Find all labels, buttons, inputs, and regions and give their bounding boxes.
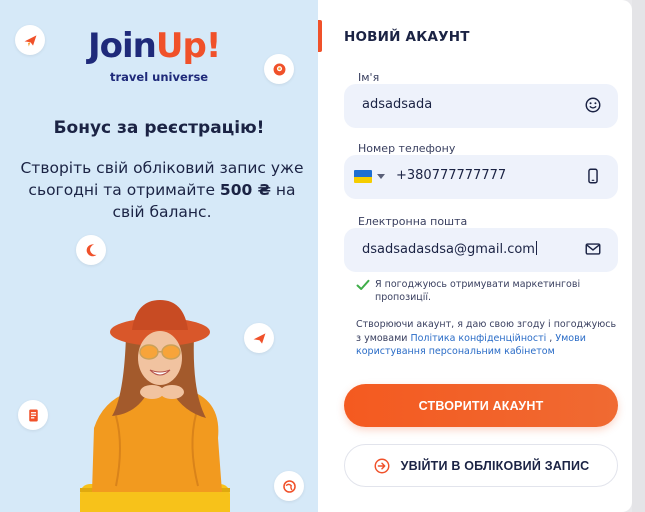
email-input[interactable]: dsadsadasdsa@gmail.com [362, 241, 537, 257]
plane-badge-icon-2 [244, 323, 274, 353]
form-title: НОВИЙ АКАУНТ [344, 29, 470, 45]
consent-text: Я погоджуюсь отримувати маркетингові про… [375, 279, 581, 303]
ukraine-flag-icon[interactable] [354, 170, 372, 183]
phone-field[interactable]: Номер телефону +380777777777 [344, 142, 618, 199]
logo-tagline: travel universe [110, 70, 209, 84]
email-field-label: Електронна пошта [358, 215, 468, 228]
window-edge [632, 0, 645, 512]
phone-input[interactable]: +380777777777 [396, 168, 506, 183]
name-input[interactable]: adsadsada [362, 97, 432, 112]
country-dropdown-caret-icon[interactable] [377, 174, 385, 179]
mobile-phone-icon [588, 168, 598, 184]
promo-title: Бонус за реєстрацію! [53, 118, 265, 138]
moon-badge-icon [76, 235, 106, 265]
privacy-policy-link[interactable]: Політика конфіденційності [410, 333, 546, 344]
joinup-logo: JoinUp! travel universe [88, 26, 221, 84]
phone-field-label: Номер телефону [358, 142, 456, 155]
map-pin-badge-icon [264, 54, 294, 84]
create-account-label: СТВОРИТИ АКАУНТ [418, 398, 544, 413]
promo-description: Створіть свій обліковий запис уже сьогод… [20, 159, 304, 221]
login-label: УВІЙТИ В ОБЛІКОВИЙ ЗАПИС [400, 458, 590, 473]
registration-window: JoinUp! travel universe Бонус за реєстра… [0, 0, 645, 512]
name-field-label: Ім'я [358, 71, 380, 84]
terms-notice: Створюючи акаунт, я даю свою згоду і пог… [356, 319, 617, 357]
title-accent-bar [318, 20, 322, 52]
consent-checkbox-check-icon[interactable] [356, 279, 370, 291]
promo-panel: JoinUp! travel universe Бонус за реєстра… [0, 0, 318, 512]
traveler-photo [80, 300, 230, 512]
name-field[interactable]: Ім'я adsadsada [344, 71, 618, 128]
ticket-badge-icon [18, 400, 48, 430]
email-field[interactable]: Електронна пошта dsadsadasdsa@gmail.com [344, 215, 618, 272]
globe-badge-icon [274, 471, 304, 501]
create-account-button[interactable]: СТВОРИТИ АКАУНТ [344, 384, 618, 427]
emoji-smile-icon[interactable] [584, 96, 602, 114]
envelope-icon [585, 243, 601, 255]
login-button[interactable]: УВІЙТИ В ОБЛІКОВИЙ ЗАПИС [344, 444, 618, 487]
plane-badge-icon [15, 25, 45, 55]
login-arrow-icon [374, 458, 390, 473]
